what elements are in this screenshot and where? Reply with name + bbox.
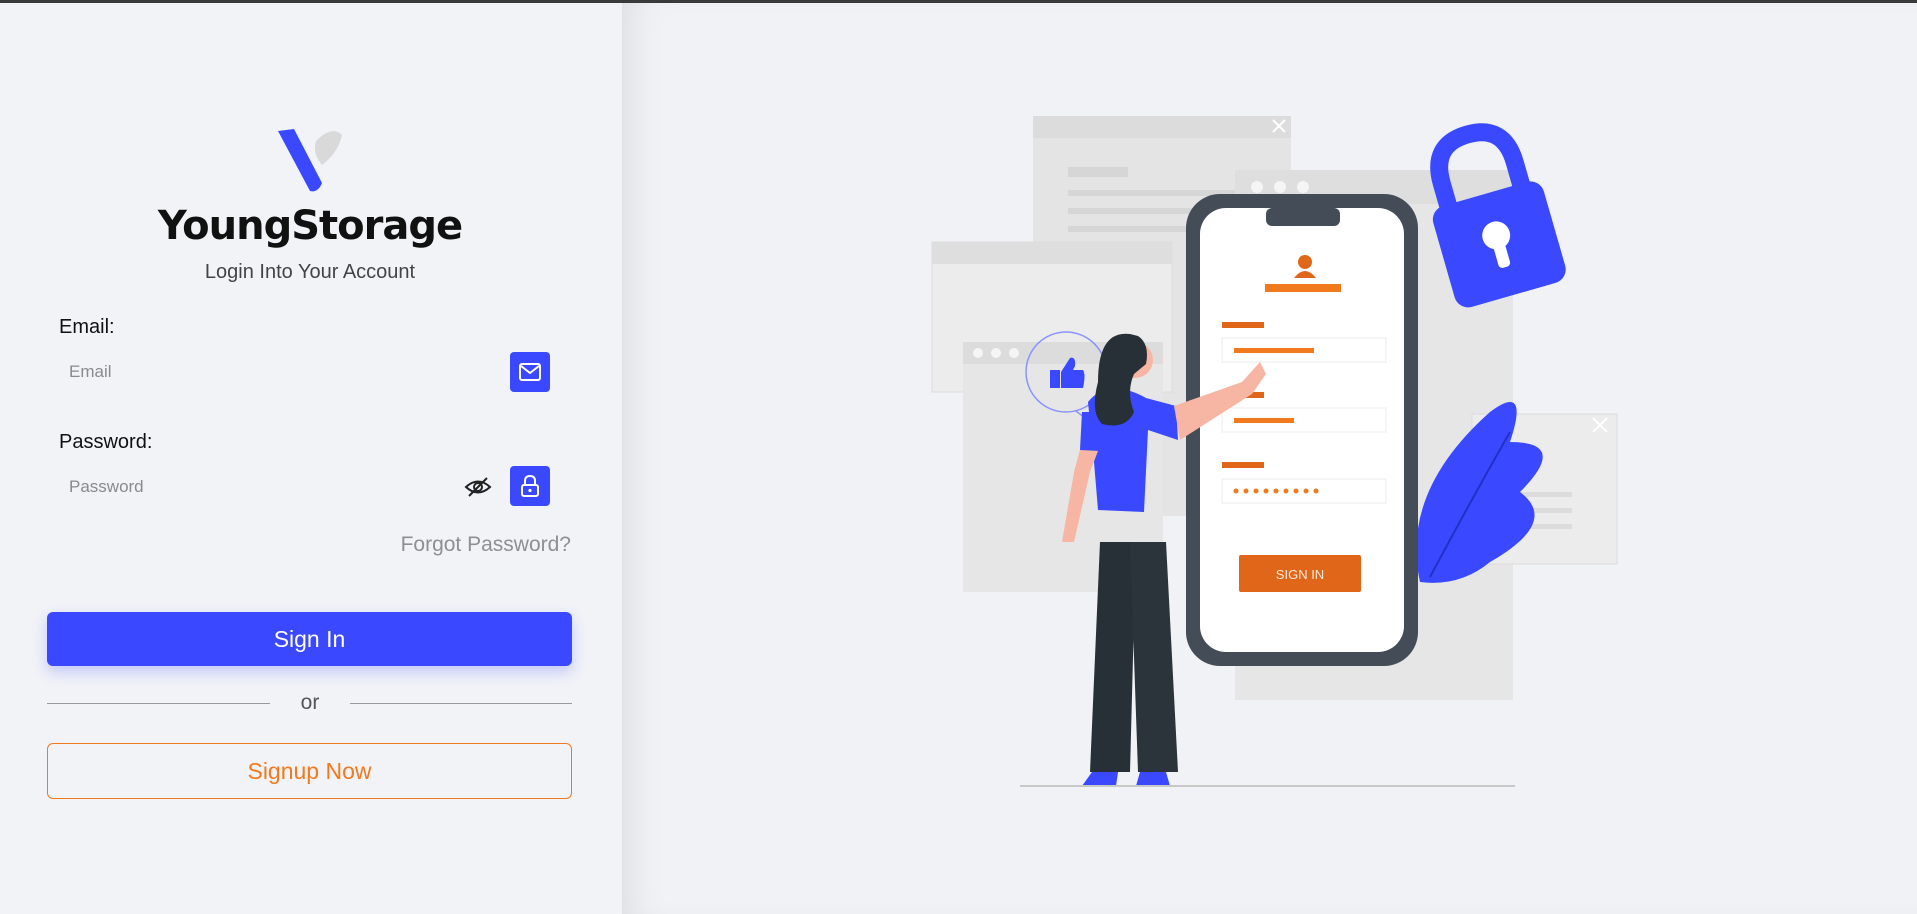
phone-signin-text: SIGN IN bbox=[1276, 567, 1324, 582]
login-illustration: SIGN IN bbox=[931, 116, 1618, 787]
email-label: Email: bbox=[59, 316, 115, 338]
password-input[interactable] bbox=[59, 467, 459, 507]
email-icon-button bbox=[510, 352, 550, 392]
email-input[interactable] bbox=[59, 352, 559, 392]
sign-in-button[interactable]: Sign In bbox=[47, 612, 572, 666]
page-subtitle: Login Into Your Account bbox=[204, 261, 416, 283]
login-panel: YoungStorage Login Into Your Account Ema… bbox=[0, 3, 622, 914]
forgot-password-link[interactable]: Forgot Password? bbox=[401, 533, 571, 557]
password-label: Password: bbox=[59, 431, 153, 453]
brand-name: YoungStorage bbox=[157, 203, 463, 249]
signup-button[interactable]: Signup Now bbox=[47, 743, 572, 799]
eye-slash-icon bbox=[464, 477, 492, 497]
envelope-icon bbox=[519, 363, 541, 381]
brand-logo bbox=[278, 129, 342, 192]
divider-right bbox=[350, 703, 572, 704]
lock-icon bbox=[521, 475, 539, 497]
toggle-visibility-button[interactable] bbox=[463, 476, 493, 498]
password-icon-button bbox=[510, 466, 550, 506]
